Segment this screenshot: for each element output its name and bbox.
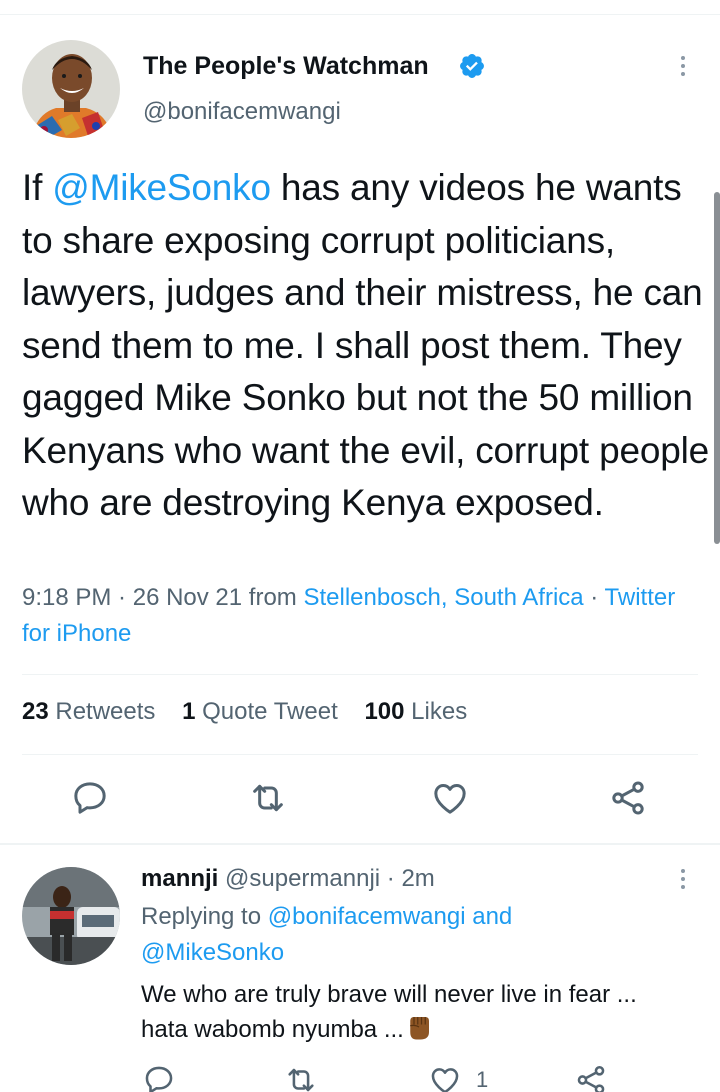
reply-header: mannji @supermannji · 2m: [141, 865, 435, 892]
verified-badge-icon: [458, 52, 486, 80]
reply-like-count: 1: [476, 1067, 489, 1092]
likes-count: 100: [364, 698, 405, 725]
reply-retweet-icon[interactable]: [284, 1063, 318, 1092]
raised-fist-emoji-icon: [404, 1012, 434, 1042]
stats-divider-top: [22, 674, 698, 675]
retweets-stat[interactable]: 23 Retweets: [22, 698, 155, 725]
tweet-meta: 9:18 PM · 26 Nov 21 from Stellenbosch, S…: [22, 584, 676, 647]
share-icon[interactable]: [608, 778, 648, 818]
quotes-stat[interactable]: 1 Quote Tweet: [182, 698, 338, 725]
replying-to: Replying to @bonifacemwangi and @MikeSonk…: [141, 899, 701, 971]
replying-to-link-1[interactable]: @bonifacemwangi: [268, 903, 466, 930]
replying-label: Replying to: [141, 903, 262, 930]
tweet-location-link[interactable]: Stellenbosch, South Africa: [303, 584, 583, 611]
retweets-label: Retweets: [55, 698, 156, 725]
more-options-icon[interactable]: [672, 52, 694, 82]
replying-to-link-2[interactable]: @MikeSonko: [141, 939, 284, 966]
reply-icon[interactable]: [70, 778, 110, 818]
reply-text-line-2: hata wabomb nyumba ...: [141, 1016, 404, 1043]
quotes-count: 1: [182, 698, 196, 725]
thread-separator: [0, 843, 720, 845]
author-handle[interactable]: @bonifacemwangi: [143, 98, 341, 126]
scrollbar[interactable]: [714, 192, 720, 544]
likes-label: Likes: [411, 698, 468, 725]
reply-text-line-1: We who are truly brave will never live i…: [141, 981, 637, 1008]
from-label: from: [248, 584, 297, 611]
tweet-text: If @MikeSonko has any videos he wants to…: [22, 162, 712, 530]
reply-author-handle[interactable]: @supermannji: [225, 865, 380, 892]
tweet-date[interactable]: 26 Nov 21: [133, 584, 242, 611]
retweets-count: 23: [22, 698, 49, 725]
reply-more-options-icon[interactable]: [672, 865, 694, 895]
retweet-icon[interactable]: [248, 778, 288, 818]
like-icon[interactable]: [430, 778, 470, 818]
mention-link[interactable]: @MikeSonko: [52, 167, 271, 208]
tweet-actions: [0, 778, 720, 824]
replying-and-label: and: [472, 903, 513, 930]
reply-text: We who are truly brave will never live i…: [141, 977, 711, 1047]
reply-actions: 1: [0, 1063, 720, 1092]
reply-share-icon[interactable]: [574, 1063, 608, 1092]
reply-author-name[interactable]: mannji: [141, 865, 218, 892]
tweet-text-body: has any videos he wants to share exposin…: [22, 167, 709, 523]
tweet-stats: 23 Retweets 1 Quote Tweet 100 Likes: [22, 698, 487, 726]
tweet-time[interactable]: 9:18 PM: [22, 584, 111, 611]
reply-reply-icon[interactable]: [142, 1063, 176, 1092]
avatar[interactable]: [22, 40, 120, 138]
author-name[interactable]: The People's Watchman: [143, 52, 429, 81]
reply-like-icon[interactable]: [428, 1063, 462, 1092]
top-divider: [0, 14, 720, 15]
reply-time[interactable]: 2m: [401, 865, 434, 892]
stats-divider-bottom: [22, 754, 698, 755]
quotes-label: Quote Tweet: [202, 698, 338, 725]
tweet-text-prefix: If: [22, 167, 53, 208]
reply-avatar[interactable]: [22, 867, 120, 965]
likes-stat[interactable]: 100 Likes: [364, 698, 467, 725]
